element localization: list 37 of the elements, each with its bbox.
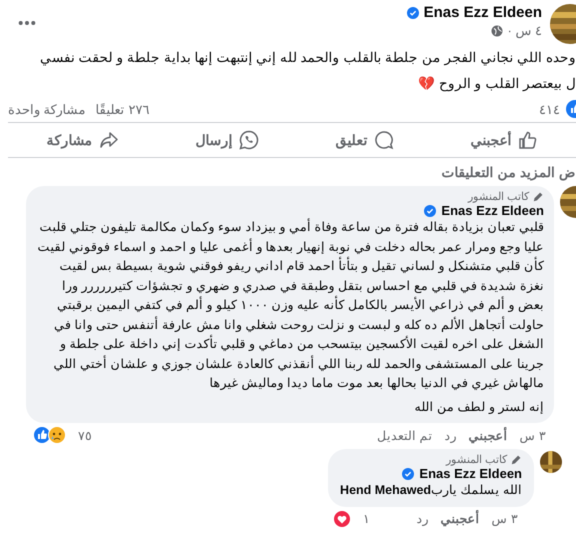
commenter-name[interactable]: Enas Ezz Eldeen	[419, 466, 522, 481]
reactions-count[interactable]: ٤١٤	[539, 102, 560, 116]
view-more-comments-link[interactable]: ض المزيد من التعليقات	[0, 164, 576, 180]
edited-label: تم التعديل	[377, 428, 433, 442]
pen-icon	[533, 191, 544, 202]
post-text: وحده اللي نجاني الفجر من جلطة بالقلب والحمد لله إني إنتبهت إنها بداية جلطة و لحقت نفسي	[38, 49, 576, 68]
like-link[interactable]: أعجبني	[468, 428, 508, 442]
speech-bubble-icon	[374, 130, 394, 150]
heart-reaction-icon	[333, 510, 351, 528]
thumbs-up-icon	[518, 130, 538, 150]
reply-link[interactable]: رد	[416, 511, 429, 526]
send-button[interactable]: إرسال	[188, 126, 266, 154]
commenter-name[interactable]: Enas Ezz Eldeen	[441, 203, 544, 218]
author-label: كاتب المنشور	[446, 453, 507, 466]
pen-icon	[511, 454, 522, 465]
comment-button[interactable]: تعليق	[328, 126, 402, 154]
comment-text: إنه لستر و لطف من الله	[414, 398, 544, 416]
comments-count[interactable]: ٢٧٦ تعليقًا	[96, 102, 150, 116]
author-name[interactable]: Enas Ezz Eldeen	[424, 4, 542, 21]
reaction-count[interactable]: ١	[363, 511, 370, 526]
reaction-count[interactable]: ٧٥	[78, 428, 92, 442]
comment-time[interactable]: ٣ س	[492, 511, 518, 526]
more-options-icon[interactable]	[18, 20, 36, 26]
share-arrow-icon	[98, 130, 118, 150]
author-label: كاتب المنشور	[468, 190, 529, 203]
post-text: ل بيعتصر القلب و الروح 💔	[417, 75, 576, 94]
like-link[interactable]: أعجبني	[440, 511, 480, 526]
reply-link[interactable]: رد	[444, 428, 457, 442]
post-time[interactable]: ٤ س ·	[507, 23, 542, 38]
share-button[interactable]: مشاركة	[38, 126, 126, 154]
globe-icon	[491, 24, 504, 36]
shares-count[interactable]: مشاركة واحدة	[8, 102, 86, 116]
phone-bubble-icon	[238, 130, 258, 150]
comment-text: قلبي تعبان بزيادة بقاله فترة من ساعة وفاة أمي و بيزداد سوء وكمان مكالمة تليفون جتلي قلبت عليا وجع ومرار عمر بحاله دخلت في نوبة إنهيار بعدها و أغمى عليا و احمد و اسماء فوقوني لقيت كأن قلبي متشنكل و لساني تقيل و بتأتأ احمد قام اداني ريفو فوقني شوية بسيطة بس لقيت نغزة شديدة في قلبي مع احساس بتقل وطبقة في صدري و ضهري و تجشؤات كتيرررررر ورا بعض و ألم في ذراعي الأيسر بالكامل كأنه عليه وزن ١٠٠٠ كيلو و ألم في كتفي اليمين برقبتي حاولت أتجاهل الألم ده كله و لبست و نزلت روحت شغلي وانا مش عارفة أتنفس حتى وانا في الشغل على اخره لقيت الأكسجين بيتسحب من دماغي و قلبي تأكدت إني داخلة على جلطة و جرينا على المستشفى والحمد لله ربنا اللي أنقذني كالعادة علشان جوزي و علشان أختي اللي مالهاش غيري في الدنيا بحالها بعد موت ماما ديدا وماليش غيرها	[36, 218, 544, 392]
comment-time[interactable]: ٣ س	[520, 428, 546, 442]
like-button[interactable]: أعجبني	[462, 126, 546, 154]
sad-face-icon	[48, 426, 66, 444]
